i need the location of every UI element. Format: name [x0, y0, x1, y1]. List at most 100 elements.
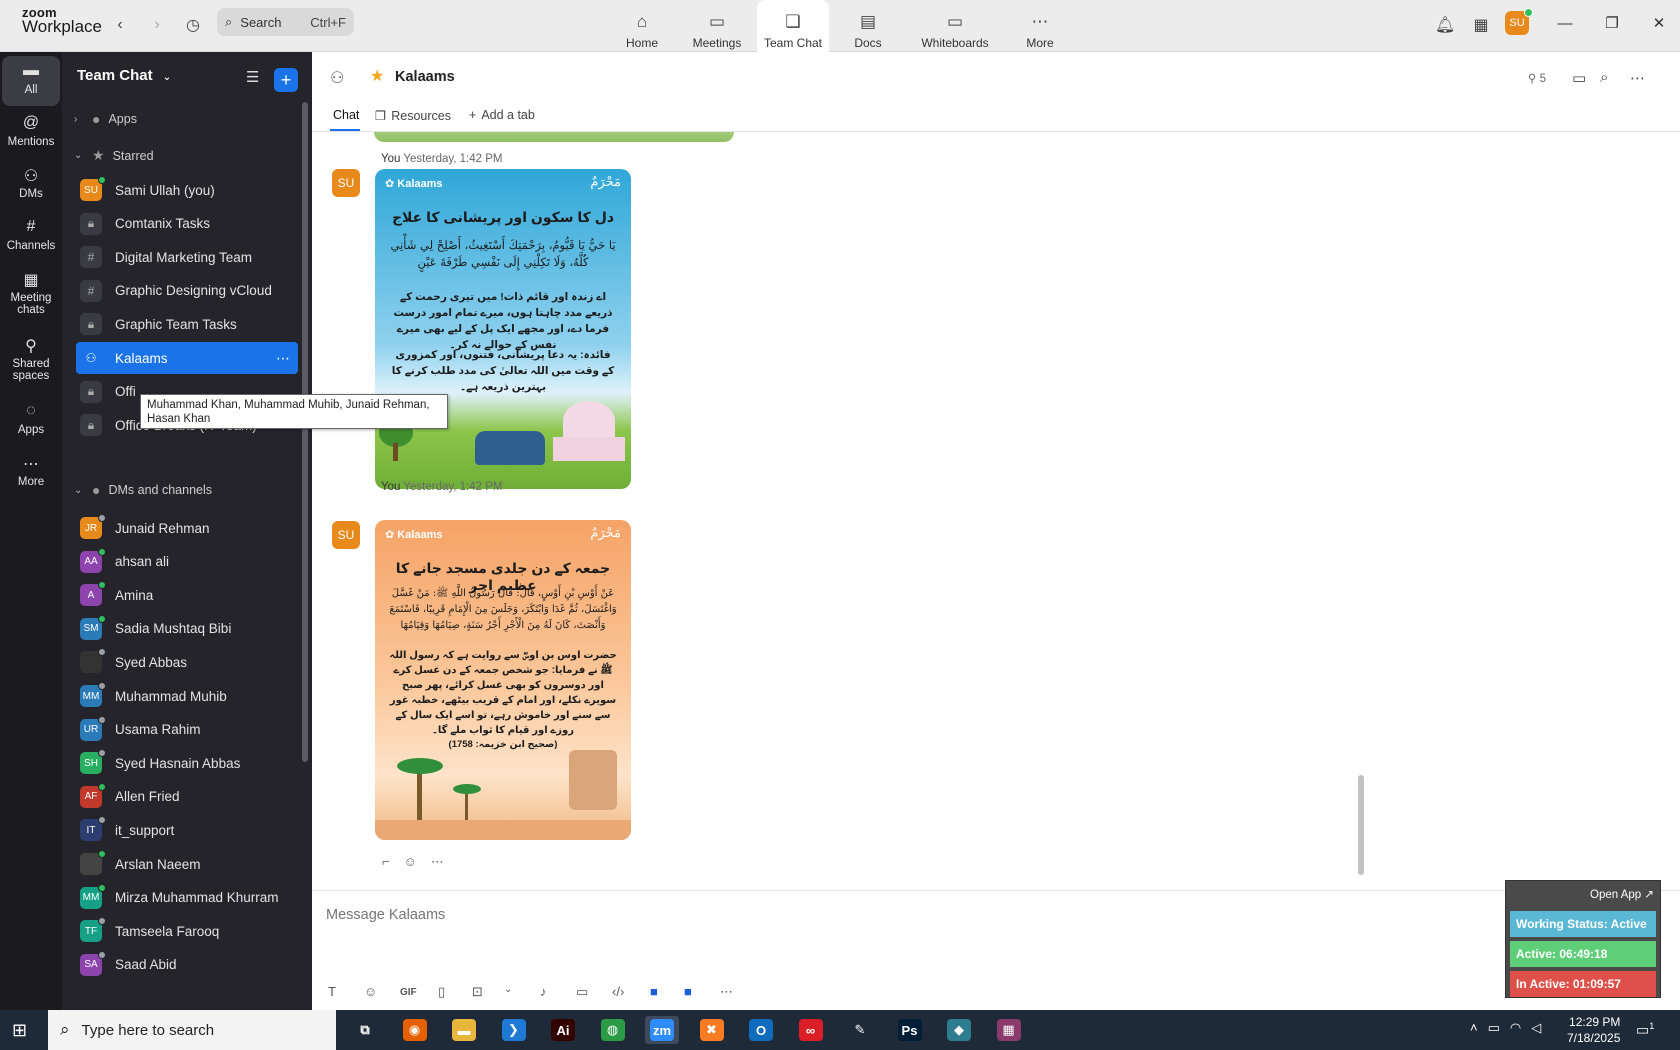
creative-cloud-icon[interactable]: ∞	[794, 1016, 828, 1044]
sidebar-item[interactable]: 🔒︎ Comtanix Tasks	[76, 208, 298, 240]
dm-item[interactable]: TF Tamseela Farooq	[76, 915, 298, 947]
message-scrollbar[interactable]	[1358, 775, 1364, 875]
pen-tool-icon[interactable]: ✎	[843, 1016, 877, 1044]
video-call-icon[interactable]: ▭	[1572, 69, 1586, 87]
nav-tab-whiteboards[interactable]: ▭ Whiteboards	[914, 0, 996, 52]
member-count[interactable]: ⚲ 5	[1528, 71, 1546, 85]
message-image-card[interactable]: ✿ Kalaams مَحْرَمٌ جمعہ کے دن جلدی مسجد …	[375, 520, 631, 840]
dm-item[interactable]: MM Mirza Muhammad Khurram	[76, 882, 298, 914]
taskbar-search[interactable]: ⌕ Type here to search	[48, 1010, 336, 1050]
emoji-icon[interactable]: ☺	[404, 854, 417, 870]
app-icon[interactable]: ◆	[942, 1016, 976, 1044]
dm-item[interactable]: SH Syed Hasnain Abbas	[76, 747, 298, 779]
chevron-up-icon[interactable]: ˄	[1470, 1020, 1478, 1036]
zoom-icon[interactable]: zm	[645, 1016, 679, 1044]
nav-tab-home[interactable]: ⌂ Home	[606, 0, 678, 52]
file-explorer-icon[interactable]: ▬	[447, 1016, 481, 1044]
nav-tab-more[interactable]: ⋯ More	[1004, 0, 1076, 52]
message-image-card[interactable]: ✿ Kalaams مَحْرَمٌ دل کا سکون اور پریشان…	[375, 169, 631, 489]
tab-add[interactable]: + Add a tab	[469, 108, 535, 122]
rail-item-apps[interactable]: ◌ Apps	[2, 396, 60, 446]
more-icon[interactable]: ⋯	[1630, 69, 1645, 87]
chat-title[interactable]: Kalaams	[395, 69, 455, 85]
microphone-icon[interactable]: ♪	[540, 984, 547, 999]
reply-icon[interactable]: ⌐	[382, 854, 390, 870]
vscode-icon[interactable]: ❯	[497, 1016, 531, 1044]
dm-item[interactable]: UR Usama Rahim	[76, 714, 298, 746]
rail-item-dms[interactable]: ⚇ DMs	[2, 160, 60, 210]
dm-item[interactable]: MM Muhammad Muhib	[76, 680, 298, 712]
dm-item[interactable]: IT it_support	[76, 814, 298, 846]
rail-item-meeting-chats[interactable]: ▦ Meeting chats	[2, 264, 60, 324]
sidebar-item[interactable]: SU Sami Ullah (you)	[76, 174, 298, 206]
star-icon[interactable]: ★	[370, 66, 384, 86]
nav-tab-docs[interactable]: ▤ Docs	[832, 0, 904, 52]
firefox-icon[interactable]: ◉	[398, 1016, 432, 1044]
screenshot-icon[interactable]: ⊡	[472, 984, 483, 1000]
windows-start-icon[interactable]: ⊞	[12, 1020, 27, 1041]
sidebar-item[interactable]: # Digital Marketing Team	[76, 241, 298, 273]
message-input[interactable]	[326, 901, 1386, 929]
dm-item[interactable]: AF Allen Fried	[76, 781, 298, 813]
outlook-icon[interactable]: O	[744, 1016, 778, 1044]
taskbar-clock[interactable]: 12:29 PM 7/18/2025	[1567, 1014, 1620, 1046]
photoshop-icon[interactable]: Ps	[893, 1016, 927, 1044]
xampp-icon[interactable]: ✖	[695, 1016, 729, 1044]
code-snippet-icon[interactable]: ‹/›	[612, 984, 624, 999]
app-icon[interactable]: ■	[684, 984, 692, 999]
notification-icon[interactable]: ▭1	[1636, 1021, 1654, 1039]
emoji-icon[interactable]: ☺	[364, 984, 377, 999]
filter-icon[interactable]: ☰	[246, 68, 259, 86]
new-chat-button[interactable]: +	[274, 68, 298, 92]
open-app-link[interactable]: Open App ↗	[1590, 887, 1654, 901]
dm-item[interactable]: A Amina	[76, 579, 298, 611]
rail-item-more[interactable]: ⋯ More	[2, 448, 60, 498]
more-icon[interactable]: ⋯	[276, 350, 290, 367]
app-icon[interactable]: ■	[650, 984, 658, 999]
message-avatar[interactable]: SU	[332, 521, 360, 549]
forward-icon[interactable]: ›	[144, 12, 170, 38]
nav-tab-team-chat[interactable]: ❏ Team Chat	[757, 0, 829, 52]
user-avatar[interactable]: SU	[1505, 8, 1533, 35]
section-starred[interactable]: ⌄ ★ Starred	[74, 147, 154, 164]
history-icon[interactable]: ◷	[180, 12, 206, 38]
nav-tab-meetings[interactable]: ▭ Meetings	[681, 0, 753, 52]
search-icon[interactable]: ⌕	[1600, 69, 1608, 86]
group-icon[interactable]: ⚇	[330, 68, 344, 88]
minimize-button[interactable]: —	[1545, 10, 1585, 36]
sidebar-item[interactable]: 🔒︎ Graphic Team Tasks	[76, 308, 298, 340]
bell-icon[interactable]: 🔔︎	[1432, 12, 1458, 38]
tab-chat[interactable]: Chat	[333, 108, 359, 122]
task-view-icon[interactable]: ⧉	[348, 1016, 382, 1044]
restore-button[interactable]: ❐	[1592, 10, 1632, 36]
more-icon[interactable]: ⋯	[720, 984, 733, 1000]
rail-item-shared-spaces[interactable]: ⚲ Shared spaces	[2, 330, 60, 390]
chrome-icon[interactable]: ◍	[596, 1016, 630, 1044]
wifi-icon[interactable]: ◠	[1510, 1020, 1521, 1036]
sidebar-title[interactable]: Team Chat ⌄	[77, 67, 171, 84]
dm-item[interactable]: SM Sadia Mushtaq Bibi	[76, 613, 298, 645]
section-dms-channels[interactable]: ⌄ ● DMs and channels	[74, 482, 212, 498]
rail-item-all[interactable]: ▬ All	[2, 56, 60, 106]
dm-item[interactable]: JR Junaid Rehman	[76, 512, 298, 544]
search-input[interactable]: ⌕ Search Ctrl+F	[217, 8, 354, 36]
dm-item[interactable]: AA ahsan ali	[76, 546, 298, 578]
sidebar-item[interactable]: # Graphic Designing vCloud	[76, 275, 298, 307]
calendar-icon[interactable]: ▦	[1468, 12, 1494, 38]
dm-item[interactable]: SA Saad Abid	[76, 949, 298, 981]
network-icon[interactable]: ▭	[1488, 1020, 1500, 1036]
previous-image[interactable]	[374, 132, 734, 142]
back-icon[interactable]: ‹	[107, 12, 133, 38]
more-icon[interactable]: ⋯	[431, 854, 444, 870]
format-text-icon[interactable]: T	[328, 984, 336, 999]
dm-item[interactable]: Arslan Naeem	[76, 848, 298, 880]
rail-item-mentions[interactable]: @ Mentions	[2, 108, 60, 158]
dm-item[interactable]: Syed Abbas	[76, 646, 298, 678]
video-message-icon[interactable]: ▭	[576, 984, 588, 1000]
illustrator-icon[interactable]: Ai	[546, 1016, 580, 1044]
file-icon[interactable]: ▯	[438, 984, 445, 1000]
rail-item-channels[interactable]: # Channels	[2, 212, 60, 262]
volume-icon[interactable]: ◁	[1531, 1020, 1541, 1036]
close-button[interactable]: ✕	[1639, 10, 1679, 36]
sidebar-scrollbar[interactable]	[302, 102, 308, 762]
